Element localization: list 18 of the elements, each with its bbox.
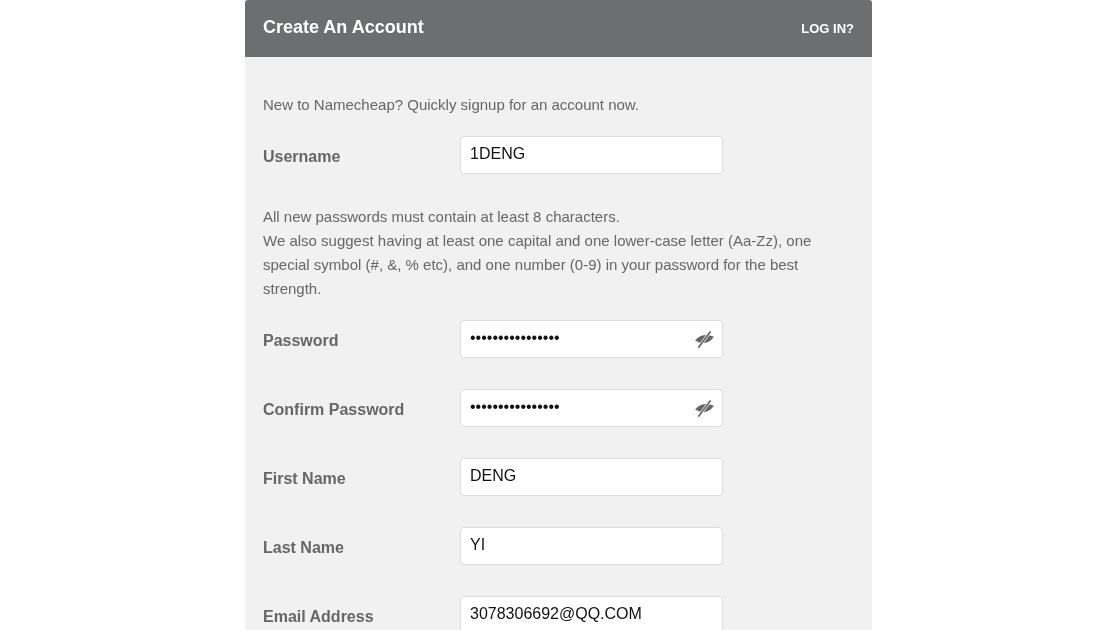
password-field[interactable]: •••••••••••••••• xyxy=(460,389,723,427)
eye-slash-icon[interactable] xyxy=(694,331,715,348)
login-link[interactable]: LOG IN? xyxy=(801,21,854,36)
info-text: New to Namecheap? Quickly signup for an account now. xyxy=(263,95,641,115)
field-label: Confirm Password xyxy=(263,400,406,419)
panel-title: Create An Account xyxy=(263,17,424,39)
text-field[interactable]: DENG xyxy=(460,458,723,496)
eye-slash-icon[interactable] xyxy=(694,400,715,417)
field-label: Username xyxy=(263,147,342,166)
text-field[interactable]: YI xyxy=(460,527,723,565)
text-field[interactable]: 3078306692@QQ.COM xyxy=(460,596,723,630)
field-label: Last Name xyxy=(263,538,345,557)
field-label: First Name xyxy=(263,469,347,488)
field-label: Email Address xyxy=(263,607,375,626)
field-label: Password xyxy=(263,331,340,350)
text-field[interactable]: 1DENG xyxy=(460,136,723,174)
password-field[interactable]: •••••••••••••••• xyxy=(460,320,723,358)
info-text: All new passwords must contain at least 8 characters. We also suggest having at least one capital and one lower-case letter (Aa-Zz), one special symbol (#, &, % etc), and one number (0-9) in your password for the best strength. xyxy=(263,207,813,299)
